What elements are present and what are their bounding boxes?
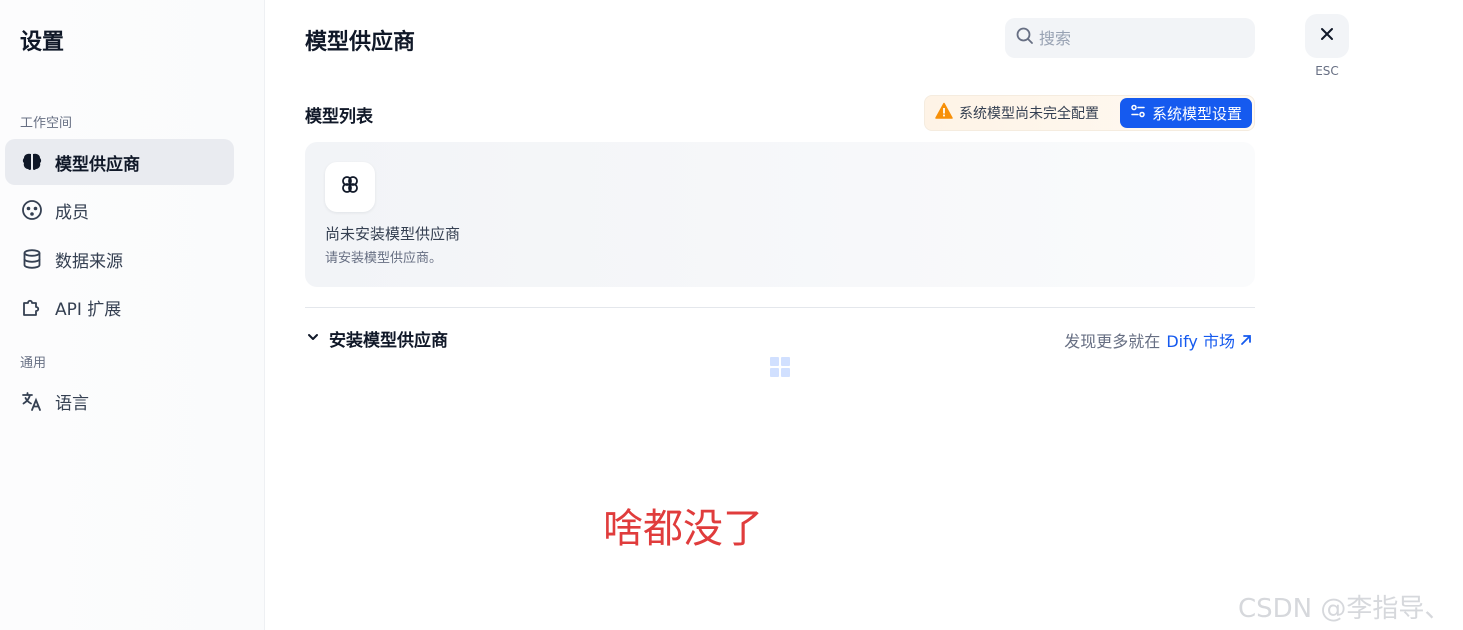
translate-icon <box>21 390 43 412</box>
system-model-settings-button[interactable]: 系统模型设置 <box>1119 98 1252 128</box>
puzzle-icon <box>21 296 43 318</box>
empty-title: 尚未安装模型供应商 <box>325 225 461 243</box>
database-icon <box>21 248 43 270</box>
sidebar-item-label: 成员 <box>55 202 89 223</box>
brain-icon <box>21 151 43 173</box>
sidebar-item-members[interactable]: 成员 <box>5 187 234 233</box>
model-icon-badge <box>325 162 375 212</box>
settings-sidebar: 设置 工作空间 模型供应商 成员 数据来源 API 扩展 通用 语言 <box>0 0 265 630</box>
marketplace-hint: 发现更多就在 Dify 市场 <box>1064 328 1253 352</box>
close-icon <box>1318 25 1336 47</box>
marketplace-link[interactable]: Dify 市场 <box>1166 328 1253 352</box>
model-provider-panel: 模型供应商 模型列表 系统模型尚未完全配置 系统模型设置 <box>305 0 1255 630</box>
model-list-title: 模型列表 <box>305 107 373 127</box>
esc-label: ESC <box>1315 64 1339 78</box>
loading-indicator <box>770 357 790 377</box>
search-input[interactable] <box>1039 28 1239 48</box>
marketplace-link-label: Dify 市场 <box>1166 332 1235 351</box>
members-icon <box>21 199 43 221</box>
sidebar-item-language[interactable]: 语言 <box>5 378 234 424</box>
sidebar-item-api-extension[interactable]: API 扩展 <box>5 284 234 330</box>
sidebar-title: 设置 <box>20 30 65 55</box>
workspace-group-label: 工作空间 <box>20 116 73 131</box>
close-button[interactable] <box>1305 14 1349 58</box>
discover-text: 发现更多就在 <box>1064 332 1161 351</box>
section-divider <box>305 307 1255 308</box>
warning-icon <box>935 102 953 124</box>
annotation-text: 啥都没了 <box>603 506 763 552</box>
arrow-up-right-icon <box>1241 335 1251 345</box>
search-box[interactable] <box>1005 18 1255 58</box>
system-model-warning: 系统模型尚未完全配置 系统模型设置 <box>924 95 1255 131</box>
chevron-down-icon <box>305 329 321 349</box>
empty-subtitle: 请安装模型供应商。 <box>325 251 443 266</box>
system-model-settings-label: 系统模型设置 <box>1151 104 1242 123</box>
sidebar-item-label: 语言 <box>55 393 89 414</box>
sidebar-item-model-provider[interactable]: 模型供应商 <box>5 139 234 185</box>
page-title: 模型供应商 <box>305 30 416 55</box>
sidebar-item-data-source[interactable]: 数据来源 <box>5 236 234 282</box>
sidebar-item-label: 模型供应商 <box>55 154 140 175</box>
warning-text: 系统模型尚未完全配置 <box>959 106 1099 122</box>
general-group-label: 通用 <box>20 356 47 371</box>
sliders-icon <box>1130 103 1146 123</box>
install-provider-title: 安装模型供应商 <box>329 331 448 351</box>
sidebar-item-label: API 扩展 <box>55 299 122 320</box>
install-provider-toggle[interactable]: 安装模型供应商 <box>305 326 448 351</box>
model-icon <box>338 173 362 201</box>
search-icon <box>1015 26 1035 50</box>
watermark: CSDN @李指导、 <box>1238 594 1451 624</box>
sidebar-item-label: 数据来源 <box>55 251 123 272</box>
empty-provider-card: 尚未安装模型供应商 请安装模型供应商。 <box>305 142 1255 287</box>
